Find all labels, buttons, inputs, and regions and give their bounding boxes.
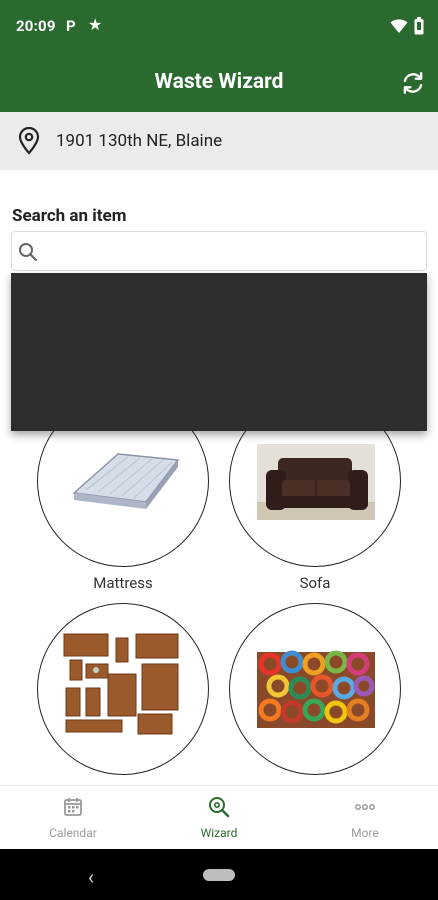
nav-label: Wizard xyxy=(200,826,238,840)
nav-item-more[interactable]: More xyxy=(315,796,415,840)
item-label: Sofa xyxy=(299,574,331,592)
address-text: 1901 130th NE, Blaine xyxy=(56,131,223,151)
search-suggestions-dropdown[interactable] xyxy=(11,273,427,431)
address-bar[interactable]: 1901 130th NE, Blaine xyxy=(0,112,438,170)
more-icon xyxy=(355,804,375,810)
search-input[interactable] xyxy=(44,232,424,270)
search-label: Search an item xyxy=(12,206,127,226)
app-bar: Waste Wizard xyxy=(0,54,438,112)
nav-item-wizard[interactable]: Wizard xyxy=(169,796,269,840)
wifi-icon xyxy=(390,19,408,33)
status-time: 20:09 xyxy=(16,17,56,35)
wizard-search-icon xyxy=(209,797,230,818)
star-notification-icon: ★ xyxy=(88,15,103,34)
search-icon xyxy=(19,243,38,262)
nav-label: Calendar xyxy=(49,826,97,840)
system-nav-bar: ‹ xyxy=(0,849,438,900)
rugs-image xyxy=(257,650,375,728)
bottom-nav: Calendar Wizard More xyxy=(0,785,438,849)
nav-label: More xyxy=(351,826,379,840)
item-circle[interactable] xyxy=(229,603,401,775)
parking-notification-icon: P xyxy=(66,17,76,35)
home-pill[interactable] xyxy=(203,869,235,881)
nav-item-calendar[interactable]: Calendar xyxy=(23,796,123,840)
furniture-image xyxy=(63,633,179,735)
app-title: Waste Wizard xyxy=(154,70,284,94)
calendar-icon xyxy=(64,798,82,816)
item-label: Mattress xyxy=(93,574,153,592)
search-box[interactable] xyxy=(11,231,427,271)
status-icons xyxy=(390,17,424,35)
item-circle[interactable] xyxy=(37,603,209,775)
status-bar: 20:09 P ★ xyxy=(0,0,438,54)
refresh-icon[interactable] xyxy=(400,70,426,96)
battery-icon xyxy=(414,17,424,35)
location-pin-icon xyxy=(18,127,40,155)
back-icon[interactable]: ‹ xyxy=(88,865,94,889)
